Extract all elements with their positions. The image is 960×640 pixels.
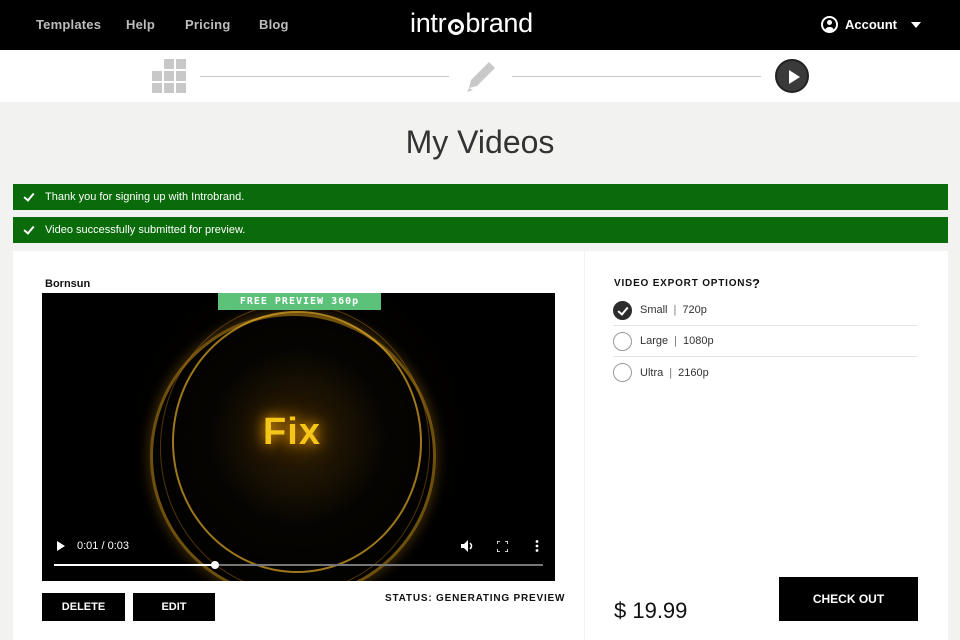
brand-logo[interactable]: intr brand xyxy=(410,8,533,39)
option-separator: | xyxy=(673,304,677,316)
video-time: 0:01 / 0:03 xyxy=(77,540,129,552)
nav-pricing[interactable]: Pricing xyxy=(185,17,230,32)
account-menu[interactable]: Account xyxy=(821,16,921,33)
logo-suffix: brand xyxy=(465,8,533,38)
play-icon[interactable] xyxy=(775,59,809,93)
logo-prefix: intr xyxy=(410,8,447,38)
account-label: Account xyxy=(845,17,897,32)
free-preview-badge: FREE PREVIEW 360p xyxy=(218,293,381,310)
video-overlay-text: Fix xyxy=(263,411,321,453)
checkout-button[interactable]: CHECK OUT xyxy=(779,577,918,621)
nav-blog[interactable]: Blog xyxy=(259,17,289,32)
nav-help[interactable]: Help xyxy=(126,17,155,32)
export-option-ultra[interactable]: Ultra | 2160p xyxy=(613,357,917,388)
check-icon xyxy=(23,223,37,237)
alert-submitted: Video successfully submitted for preview… xyxy=(13,217,948,243)
volume-icon[interactable] xyxy=(461,540,474,552)
option-size: Large xyxy=(640,335,669,347)
step-divider xyxy=(512,76,761,77)
grid-icon[interactable] xyxy=(152,59,188,93)
check-icon xyxy=(23,190,37,204)
radio-checked-icon[interactable] xyxy=(613,300,632,320)
radio-icon[interactable] xyxy=(613,363,632,382)
export-options-title: VIDEO EXPORT OPTIONS xyxy=(614,278,753,289)
alert-text: Video successfully submitted for preview… xyxy=(45,224,246,236)
option-size: Ultra xyxy=(640,366,664,379)
top-nav: Templates Help Pricing Blog intr brand Ac… xyxy=(0,0,960,50)
page-title: My Videos xyxy=(405,124,555,160)
option-separator: | xyxy=(674,335,677,347)
nav-templates[interactable]: Templates xyxy=(36,17,101,32)
delete-button[interactable]: DELETE xyxy=(42,593,125,621)
export-option-large[interactable]: Large | 1080p xyxy=(613,326,917,357)
user-circle-icon xyxy=(821,16,838,33)
video-player[interactable]: Fix xyxy=(42,293,555,581)
step-divider xyxy=(200,76,449,77)
alert-signup: Thank you for signing up with Introbrand… xyxy=(13,184,948,210)
option-separator: | xyxy=(669,366,673,379)
logo-play-icon xyxy=(448,18,465,35)
radio-icon[interactable] xyxy=(613,331,632,351)
option-resolution: 1080p xyxy=(683,335,714,347)
pencil-icon[interactable] xyxy=(463,58,499,94)
play-button[interactable] xyxy=(57,541,65,551)
option-resolution: 720p xyxy=(682,304,707,316)
export-option-small[interactable]: Small | 720p xyxy=(613,295,917,326)
more-options-icon[interactable] xyxy=(535,540,539,552)
edit-button[interactable]: EDIT xyxy=(133,593,215,621)
help-icon[interactable]: ? xyxy=(752,276,760,291)
seek-progress xyxy=(54,564,215,566)
seek-handle[interactable] xyxy=(211,561,219,569)
fullscreen-icon[interactable] xyxy=(497,541,508,552)
option-resolution: 2160p xyxy=(678,366,709,379)
alert-text: Thank you for signing up with Introbrand… xyxy=(45,191,245,203)
status-text: STATUS: GENERATING PREVIEW xyxy=(385,593,566,604)
option-size: Small xyxy=(640,304,668,316)
price: $ 19.99 xyxy=(614,598,688,623)
chevron-down-icon xyxy=(911,21,921,28)
video-name: Bornsun xyxy=(45,278,91,290)
